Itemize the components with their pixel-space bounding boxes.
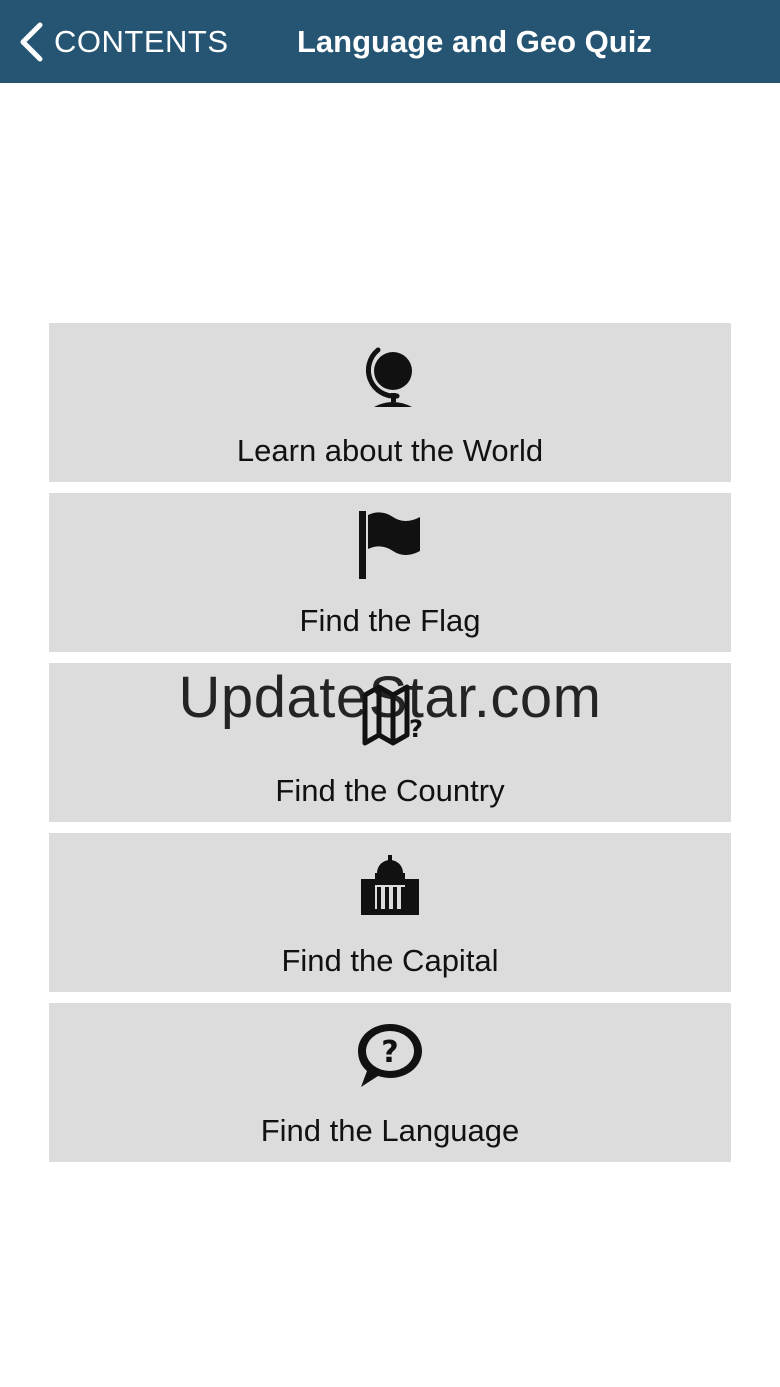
back-button-label: CONTENTS xyxy=(54,24,229,59)
capitol-building-icon xyxy=(49,849,731,921)
svg-text:?: ? xyxy=(409,715,423,743)
svg-text:?: ? xyxy=(381,1035,398,1070)
menu-item-label: Find the Country xyxy=(275,773,505,808)
menu-item-find-country[interactable]: ? Find the Country xyxy=(49,663,731,822)
speech-bubble-question-icon: ? xyxy=(49,1019,731,1091)
chevron-left-icon xyxy=(18,22,44,62)
menu-item-find-capital[interactable]: Find the Capital xyxy=(49,833,731,992)
map-question-icon: ? xyxy=(49,679,731,751)
back-button[interactable]: CONTENTS xyxy=(18,20,229,64)
globe-icon xyxy=(49,339,731,411)
menu-item-find-flag[interactable]: Find the Flag xyxy=(49,493,731,652)
menu-item-find-language[interactable]: ? Find the Language xyxy=(49,1003,731,1162)
menu-item-label: Find the Capital xyxy=(281,943,499,978)
menu-item-label: Learn about the World xyxy=(236,433,544,468)
page-title: Language and Geo Quiz xyxy=(297,24,652,59)
menu-item-label: Find the Flag xyxy=(299,603,481,638)
menu-item-learn-world[interactable]: Learn about the World xyxy=(49,323,731,482)
flag-icon xyxy=(49,509,731,581)
quiz-menu: Learn about the World Find the Flag ? Fi… xyxy=(49,323,731,1173)
navigation-bar: CONTENTS Language and Geo Quiz xyxy=(0,0,780,83)
menu-item-label: Find the Language xyxy=(260,1113,520,1148)
